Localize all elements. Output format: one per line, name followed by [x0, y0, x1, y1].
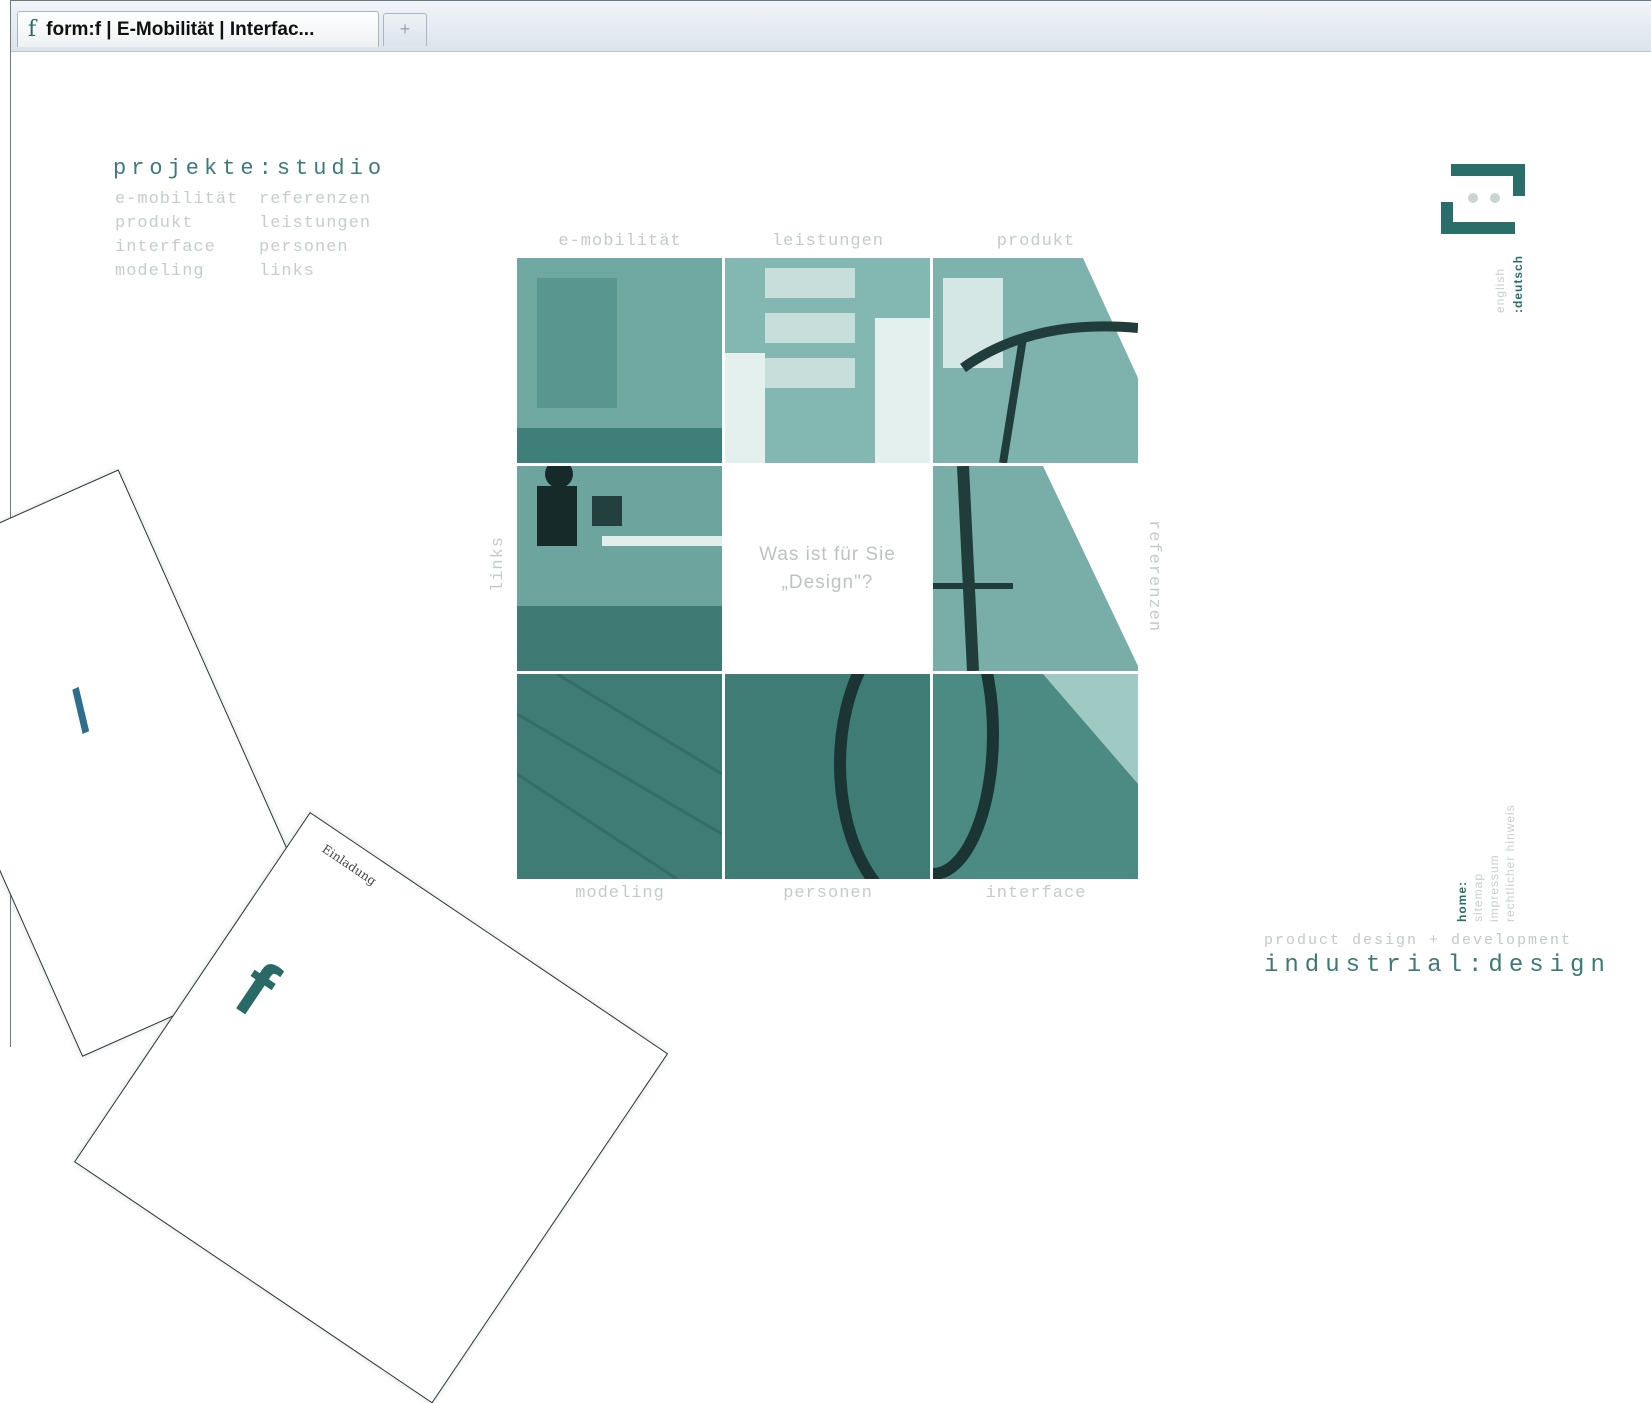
- tab-title: form:f | E-Mobilität | Interfac...: [46, 18, 315, 40]
- bike-frame-image: [933, 466, 1138, 671]
- grid-label-interface[interactable]: interface: [933, 884, 1139, 903]
- tagline: product design + development: [1264, 932, 1573, 949]
- form-f-logo-icon[interactable]: [1431, 156, 1531, 236]
- invitation-logo-mark: f: [220, 944, 293, 1034]
- brand-name: industrial:design: [1264, 952, 1611, 979]
- center-text-line2: „Design"?: [781, 571, 874, 593]
- photo-grid: Was ist für Sie „Design"?: [517, 258, 1139, 880]
- grid-label-personen[interactable]: personen: [725, 884, 931, 903]
- nav-item-modeling[interactable]: modeling: [115, 260, 238, 284]
- footer-link-rechtlicher-hinweis[interactable]: rechtlicher hinweis: [1503, 804, 1517, 922]
- tab-bar: f form:f | E-Mobilität | Interfac... +: [11, 1, 1651, 52]
- grid-label-e-mobilitaet[interactable]: e-mobilität: [517, 232, 723, 251]
- nav-item-interface[interactable]: interface: [115, 236, 238, 260]
- grid-cell-referenzen[interactable]: [933, 466, 1138, 671]
- nav-item-referenzen[interactable]: referenzen: [259, 188, 371, 212]
- nav-studio: referenzen leistungen personen links: [259, 188, 371, 284]
- grid-center-question: Was ist für Sie „Design"?: [725, 466, 930, 671]
- browser-tab[interactable]: f form:f | E-Mobilität | Interfac...: [17, 11, 379, 47]
- new-tab-button[interactable]: +: [383, 13, 427, 46]
- grid-label-produkt[interactable]: produkt: [933, 232, 1139, 251]
- grid-cell-leistungen[interactable]: [725, 258, 930, 463]
- nav-item-links[interactable]: links: [259, 260, 371, 284]
- footer-link-sitemap[interactable]: sitemap: [1471, 873, 1485, 922]
- grid-cell-produkt[interactable]: [933, 258, 1138, 463]
- lang-english[interactable]: english: [1493, 268, 1507, 313]
- parquet-floor-image: [517, 674, 722, 879]
- lang-deutsch[interactable]: :deutsch: [1511, 255, 1525, 313]
- grid-cell-e-mobilitaet[interactable]: [517, 258, 722, 463]
- footer-link-impressum[interactable]: impressum: [1487, 854, 1501, 922]
- language-switcher: english :deutsch: [1489, 237, 1525, 317]
- grid-cell-interface[interactable]: [933, 674, 1138, 879]
- grid-label-leistungen[interactable]: leistungen: [725, 232, 931, 251]
- nav-item-e-mobilitaet[interactable]: e-mobilität: [115, 188, 238, 212]
- nav-item-produkt[interactable]: produkt: [115, 212, 238, 236]
- center-text-line1: Was ist für Sie: [759, 543, 896, 565]
- grid-cell-personen[interactable]: [725, 674, 930, 879]
- favicon-icon: f: [28, 17, 37, 42]
- grid-label-referenzen[interactable]: referenzen: [1144, 520, 1163, 632]
- grid-label-links[interactable]: links: [489, 536, 508, 592]
- grid-cell-modeling[interactable]: [517, 674, 722, 879]
- nav-item-personen[interactable]: personen: [259, 236, 371, 260]
- shelf-window-image: [725, 258, 930, 463]
- footer-links: home: sitemap impressum rechtlicher hinw…: [1455, 772, 1535, 932]
- floor-wall-image: [933, 674, 1138, 879]
- nav-item-leistungen[interactable]: leistungen: [259, 212, 371, 236]
- footer-link-home[interactable]: home:: [1455, 881, 1469, 922]
- flyer-logo-mark: /: [59, 677, 103, 746]
- grid-label-modeling[interactable]: modeling: [517, 884, 723, 903]
- person-desk-image: [517, 466, 722, 671]
- bike-handlebar-image: [933, 258, 1138, 463]
- grid-cell-links[interactable]: [517, 466, 722, 671]
- room-wall-image: [517, 258, 722, 463]
- nav-projects: e-mobilität produkt interface modeling: [115, 188, 238, 284]
- bike-wheel-image: [725, 674, 930, 879]
- nav-title[interactable]: projekte:studio: [113, 156, 386, 181]
